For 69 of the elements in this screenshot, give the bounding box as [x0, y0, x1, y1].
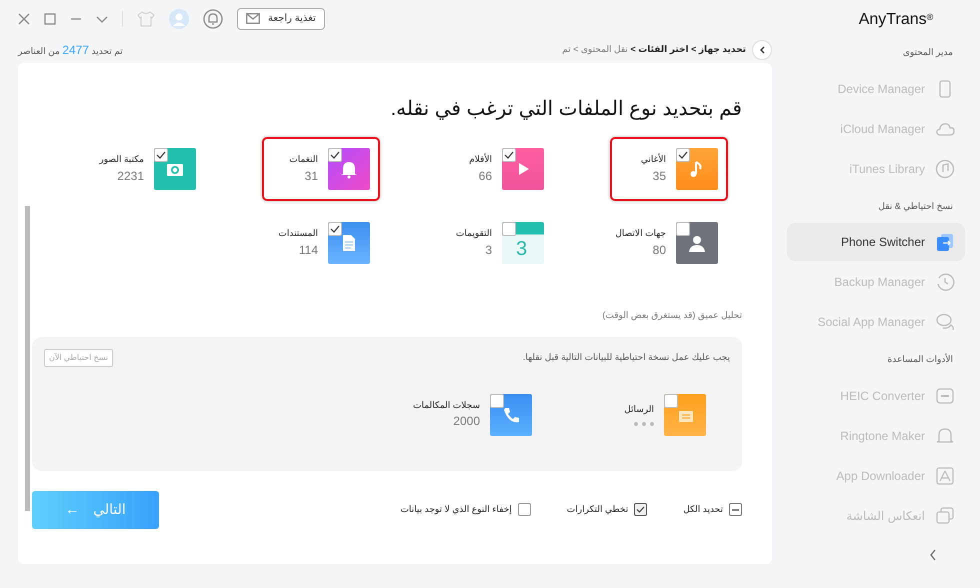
sidebar-item[interactable]: Phone Switcher: [787, 223, 965, 261]
item-count: 2000: [452, 413, 480, 430]
phone-switch-icon: [935, 232, 955, 252]
collapse-icon[interactable]: [929, 548, 937, 561]
sidebar-item[interactable]: HEIC Converter: [787, 376, 965, 414]
category-label: الأغاني: [640, 153, 666, 166]
category-label: جهات الاتصال: [615, 227, 666, 240]
item-count: 3: [484, 242, 492, 259]
back-button[interactable]: [752, 40, 772, 60]
category-label: الأفلام: [469, 153, 492, 166]
checkbox[interactable]: [676, 222, 690, 236]
option-checkbox[interactable]: تخطي التكرارات: [566, 502, 648, 516]
app-logo: AnyTrans$^{®}$: [858, 10, 934, 30]
breadcrumb: تحديد جهاز > اختر الفئات > نقل المحتوى > تم: [562, 43, 746, 56]
checkbox[interactable]: [328, 148, 342, 162]
category-label: مكتبة الصور: [99, 153, 144, 166]
checkbox[interactable]: [664, 394, 678, 408]
item-count: 2231: [116, 168, 144, 185]
checkbox[interactable]: [328, 222, 342, 236]
item-count: 66: [478, 168, 492, 185]
option-checkbox[interactable]: تحديد الكل: [683, 502, 742, 516]
sidebar-item[interactable]: App Downloader: [787, 456, 965, 494]
checkbox[interactable]: [490, 394, 504, 408]
category-label: سجلات المكالمات: [412, 398, 480, 412]
item-count: 35: [652, 168, 666, 185]
item-count: 80: [652, 242, 666, 259]
checkmark-icon: [636, 506, 646, 513]
sidebar-item[interactable]: iTunes Library: [787, 150, 965, 188]
dash-icon: [732, 508, 739, 510]
item-count: 114: [298, 242, 318, 259]
backup-note: يجب عليك عمل نسخة احتياطية للبيانات التالية قبل نقلها.: [522, 350, 730, 364]
section-header: الأدوات المساعدة: [886, 352, 954, 366]
sidebar-item[interactable]: انعكاس الشاشة: [787, 496, 965, 534]
next-button[interactable]: التالي ←: [32, 490, 159, 528]
item-count: 31: [304, 168, 318, 185]
chat-bubbles-icon: [935, 312, 955, 332]
option-checkbox[interactable]: إخفاء النوع الذي لا توجد بيانات: [400, 502, 531, 516]
scrollbar[interactable]: [25, 206, 30, 511]
section-header: نسخ احتياطي & نقل: [877, 200, 954, 214]
sidebar-item[interactable]: Social App Manager: [787, 303, 965, 341]
category-label: الرسائل: [624, 402, 654, 416]
bell-icon[interactable]: [203, 8, 223, 28]
feedback-button[interactable]: تغذية راجعة: [237, 8, 325, 30]
sidebar-item[interactable]: iCloud Manager: [787, 110, 965, 148]
app-store-icon: [935, 466, 955, 486]
category-label: التقويمات: [456, 227, 492, 240]
sidebar-item[interactable]: Ringtone Maker: [787, 416, 965, 454]
screens-icon: [935, 506, 955, 526]
checkbox[interactable]: [502, 148, 516, 162]
page-heading: قم بتحديد نوع الملفات التي ترغب في نقله.: [390, 97, 742, 121]
sidebar-item[interactable]: Backup Manager: [787, 263, 965, 301]
category-label: النغمات: [289, 153, 318, 166]
bell-icon: [935, 426, 955, 446]
checkbox[interactable]: [502, 222, 516, 236]
checkbox[interactable]: [676, 148, 690, 162]
person-silhouette-icon: [687, 233, 707, 253]
deep-scan-note: تحليل عميق (قد يستغرق بعض الوقت): [601, 309, 742, 322]
sidebar-item[interactable]: Device Manager: [787, 70, 965, 108]
calendar-day-number: 3: [516, 237, 528, 262]
category-label: المستندات: [278, 227, 318, 240]
section-header: مدير المحتوى: [902, 46, 954, 60]
mail-icon: [246, 13, 260, 24]
backup-now-button[interactable]: نسخ احتياطي الآن: [44, 348, 114, 366]
chevron-left-icon: [759, 46, 765, 54]
history-icon: [935, 272, 955, 292]
close-icon[interactable]: [18, 12, 30, 24]
checkbox[interactable]: [154, 148, 168, 162]
maximize-icon[interactable]: [44, 12, 56, 24]
bell-icon: [339, 159, 359, 179]
